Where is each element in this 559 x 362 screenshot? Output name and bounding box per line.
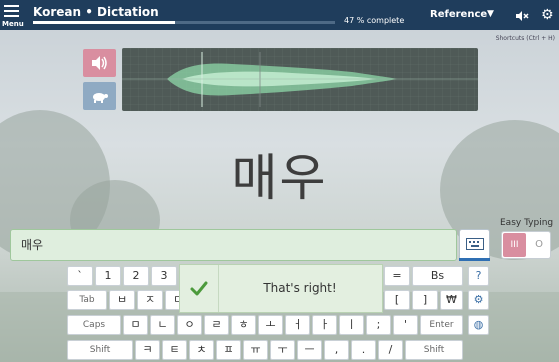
- language-button[interactable]: ◍: [468, 315, 489, 335]
- key[interactable]: ㅣ: [339, 315, 364, 335]
- feedback-popup: That's right!: [179, 264, 383, 313]
- audio-waveform[interactable]: [122, 48, 478, 111]
- answer-input[interactable]: 매우: [10, 229, 457, 261]
- key[interactable]: ㅗ: [258, 315, 283, 335]
- key[interactable]: ㅌ: [162, 340, 187, 360]
- shortcuts-hint[interactable]: Shortcuts (Ctrl + H): [496, 35, 555, 42]
- menu-button[interactable]: Menu: [2, 2, 24, 28]
- mute-icon[interactable]: [515, 8, 529, 22]
- chevron-down-icon[interactable]: ▼: [487, 9, 494, 19]
- play-audio-button[interactable]: [83, 49, 116, 77]
- progress-bar: [33, 21, 335, 24]
- key[interactable]: ㅁ: [123, 315, 148, 335]
- key[interactable]: ]: [412, 290, 438, 310]
- tab-key[interactable]: Tab: [67, 290, 107, 310]
- feedback-message: That's right!: [263, 281, 337, 295]
- key[interactable]: ㅎ: [231, 315, 256, 335]
- key[interactable]: ㅂ: [109, 290, 135, 310]
- progress-fill: [33, 21, 175, 24]
- key[interactable]: ㅍ: [216, 340, 241, 360]
- question-icon: ?: [475, 269, 482, 282]
- menu-icon: [4, 5, 19, 20]
- key[interactable]: ㄴ: [150, 315, 175, 335]
- key[interactable]: ㄹ: [204, 315, 229, 335]
- key[interactable]: 2: [123, 266, 149, 286]
- key[interactable]: ㅋ: [135, 340, 160, 360]
- key[interactable]: =: [384, 266, 410, 286]
- key[interactable]: [: [384, 290, 410, 310]
- key[interactable]: ㅡ: [297, 340, 322, 360]
- keyboard-settings-button[interactable]: ⚙: [468, 290, 489, 310]
- gear-icon: ⚙: [473, 293, 484, 306]
- shift-left-key[interactable]: Shift: [67, 340, 133, 360]
- top-bar: Menu Korean • Dictation 47 % complete Re…: [0, 0, 559, 30]
- key[interactable]: ,: [324, 340, 349, 360]
- slow-audio-button[interactable]: [83, 82, 116, 110]
- key[interactable]: ㅊ: [189, 340, 214, 360]
- key[interactable]: .: [351, 340, 376, 360]
- easy-typing-toggle[interactable]: III O: [501, 231, 551, 259]
- key[interactable]: ㅏ: [312, 315, 337, 335]
- backspace-key[interactable]: Bs: [412, 266, 463, 286]
- key[interactable]: `: [67, 266, 93, 286]
- gear-icon[interactable]: ⚙: [541, 7, 554, 23]
- key[interactable]: ㅜ: [270, 340, 295, 360]
- course-title: Korean • Dictation: [33, 5, 159, 19]
- help-button[interactable]: ?: [468, 266, 489, 286]
- prompt-word: 매우: [231, 149, 328, 207]
- easy-typing-off[interactable]: O: [529, 233, 549, 257]
- key[interactable]: 1: [95, 266, 121, 286]
- key[interactable]: ₩: [440, 290, 463, 310]
- key[interactable]: ㅈ: [137, 290, 163, 310]
- key[interactable]: ㅠ: [243, 340, 268, 360]
- keyboard-icon: [466, 238, 484, 250]
- key[interactable]: ㅇ: [177, 315, 202, 335]
- reference-button[interactable]: Reference: [430, 9, 487, 20]
- easy-typing-label: Easy Typing: [500, 218, 554, 228]
- shift-right-key[interactable]: Shift: [405, 340, 463, 360]
- globe-icon: ◍: [473, 318, 484, 331]
- easy-typing-on[interactable]: III: [503, 233, 526, 257]
- keyboard-toggle-button[interactable]: [459, 229, 490, 261]
- menu-label: Menu: [2, 20, 24, 28]
- key[interactable]: ㅓ: [285, 315, 310, 335]
- key[interactable]: 3: [151, 266, 177, 286]
- turtle-icon: [93, 93, 108, 103]
- progress-text: 47 % complete: [344, 16, 405, 25]
- check-icon: [180, 265, 219, 312]
- key[interactable]: ;: [366, 315, 391, 335]
- key[interactable]: ': [393, 315, 418, 335]
- keyboard-active-indicator: [459, 258, 490, 261]
- key[interactable]: /: [378, 340, 403, 360]
- speaker-icon: [92, 56, 107, 70]
- enter-key[interactable]: Enter: [420, 315, 463, 335]
- caps-key[interactable]: Caps: [67, 315, 121, 335]
